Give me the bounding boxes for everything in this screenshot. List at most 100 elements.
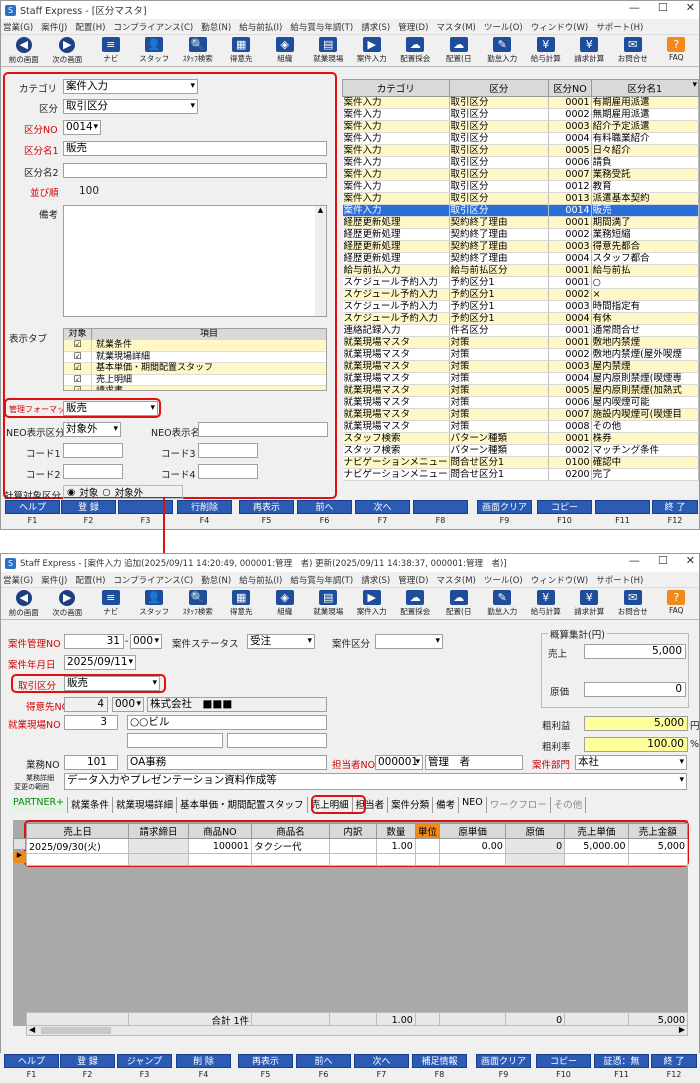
fkey-label[interactable]: 再表示: [238, 1054, 293, 1068]
table-row[interactable]: スタッフ検索 パターン種類 0002 マッチング条件: [342, 444, 700, 457]
menu-item[interactable]: コンプライアンス(C): [113, 21, 193, 33]
function-key-12[interactable]: 終 了 F12: [650, 1053, 698, 1083]
menu-item[interactable]: 案件(J): [41, 574, 67, 586]
table-row[interactable]: 案件入力 取引区分 0002 無期雇用派遣: [342, 108, 700, 121]
table-row[interactable]: 案件入力 取引区分 0003 紹介予定派遣: [342, 120, 700, 133]
toolbar-button[interactable]: ✉ お問合せ: [612, 37, 654, 64]
table-row[interactable]: スケジュール予約入力 予約区分1 0004 有休: [342, 312, 700, 325]
empty-cell[interactable]: [251, 853, 330, 866]
function-key-6[interactable]: 前へ F6: [296, 499, 353, 529]
toolbar-button[interactable]: ▦ 得意先: [221, 590, 263, 617]
toolbar-button[interactable]: ▶ 次の画面: [47, 37, 89, 65]
calc-opt2[interactable]: 対象外: [115, 485, 144, 499]
function-key-8[interactable]: F8: [412, 499, 469, 529]
table-row[interactable]: 案件入力 取引区分 0005 日々紹介: [342, 144, 700, 157]
menu-item[interactable]: 給与賞与年調(T): [290, 21, 353, 33]
menu-item[interactable]: 営業(G): [3, 574, 33, 586]
horizontal-scrollbar[interactable]: ◀ ▶: [26, 1025, 688, 1036]
column-header[interactable]: 売上単価: [564, 823, 629, 839]
function-key-11[interactable]: F11: [594, 499, 651, 529]
menu-item[interactable]: ツール(O): [484, 574, 523, 586]
column-header[interactable]: 内訳: [328, 823, 377, 839]
menu-item[interactable]: 配置(H): [75, 574, 105, 586]
tab-1[interactable]: 就業条件: [68, 797, 114, 813]
toolbar-button[interactable]: 👤 スタッフ: [134, 37, 176, 64]
table-row[interactable]: 案件入力 取引区分 0014 販売: [342, 204, 700, 217]
mgmt-no-sub-select[interactable]: 000: [130, 634, 162, 649]
tab-7[interactable]: 備考: [433, 797, 460, 813]
fkey-label[interactable]: ジャンプ: [117, 1054, 172, 1068]
table-cell[interactable]: [414, 838, 441, 854]
fkey-label[interactable]: [413, 500, 468, 514]
column-header[interactable]: 区分名1: [590, 79, 700, 97]
toolbar-button[interactable]: ✉ お問合せ: [612, 590, 654, 617]
menu-item[interactable]: 配置(H): [75, 21, 105, 33]
tab-8[interactable]: NEO: [459, 797, 487, 813]
genba-extra1[interactable]: [127, 733, 223, 748]
empty-cell[interactable]: [439, 853, 506, 866]
function-key-9[interactable]: 画面クリア F9: [475, 1053, 532, 1083]
function-key-2[interactable]: 登 録 F2: [60, 499, 117, 529]
menu-item[interactable]: 給与前払(I): [239, 574, 282, 586]
case-date-input[interactable]: 2025/09/11: [64, 655, 136, 670]
toolbar-button[interactable]: ? FAQ: [656, 590, 698, 615]
mgmt-format-select[interactable]: 販売: [63, 401, 158, 416]
fkey-label[interactable]: 再表示: [239, 500, 294, 514]
toolbar-button[interactable]: ¥ 請求計算: [569, 590, 611, 617]
table-cell[interactable]: [328, 838, 377, 854]
empty-cell[interactable]: [187, 853, 253, 866]
empty-cell[interactable]: [328, 853, 377, 866]
empty-cell[interactable]: [128, 853, 189, 866]
function-key-2[interactable]: 登 録 F2: [59, 1053, 116, 1083]
empty-cell[interactable]: [25, 853, 130, 866]
tab-9[interactable]: ワークフロー: [487, 797, 551, 813]
genba-input[interactable]: 3: [64, 715, 118, 730]
table-row[interactable]: 経歴更新処理 契約終了理由 0003 得意先都合: [342, 240, 700, 253]
kubun-name1-input[interactable]: 販売: [63, 141, 327, 156]
calc-opt1[interactable]: 対象: [79, 485, 98, 499]
table-row[interactable]: 就業現場マスタ 対策 0003 屋内禁煙: [342, 360, 700, 373]
fkey-label[interactable]: [118, 500, 173, 514]
mgmt-no-input[interactable]: 31: [64, 634, 124, 649]
table-row[interactable]: 経歴更新処理 契約終了理由 0004 スタッフ都合: [342, 252, 700, 265]
fkey-label[interactable]: 次へ: [354, 1054, 409, 1068]
fkey-label[interactable]: 証憑：無: [594, 1054, 649, 1068]
scroll-thumb[interactable]: [41, 1027, 111, 1034]
column-header[interactable]: 売上日: [25, 823, 130, 839]
toolbar-button[interactable]: ◈ 組織: [264, 37, 306, 64]
toolbar-button[interactable]: ▶ 案件入力: [351, 590, 393, 617]
toolbar-button[interactable]: ☁ 配置(日: [438, 590, 480, 617]
fkey-label[interactable]: 行削除: [177, 500, 232, 514]
checkbox-checked-icon[interactable]: ☑: [64, 340, 92, 351]
torihiki-select[interactable]: 販売: [64, 676, 160, 691]
column-header[interactable]: 商品名: [251, 823, 330, 839]
function-key-5[interactable]: 再表示 F5: [238, 499, 295, 529]
fkey-label[interactable]: 画面クリア: [476, 1054, 531, 1068]
table-row[interactable]: ナビゲーションメニュー 問合せ区分1 0100 確認中: [342, 456, 700, 469]
bumon-select[interactable]: 本社: [575, 755, 687, 770]
checkbox-checked-icon[interactable]: ☑: [64, 374, 92, 385]
table-row[interactable]: 就業現場マスタ 対策 0005 屋内原則禁煙(加熱式: [342, 384, 700, 397]
kubun-select[interactable]: 取引区分: [63, 99, 198, 114]
minimize-icon[interactable]: —: [629, 554, 640, 567]
fkey-label[interactable]: コピー: [536, 1054, 591, 1068]
table-row[interactable]: 2025/09/30(火) 100001 タクシー代 1.00 0.00 0 5,000.0…: [25, 838, 689, 854]
toolbar-button[interactable]: 👤 スタッフ: [134, 590, 176, 617]
tab-3[interactable]: 基本単価・期間配置スタッフ: [177, 797, 308, 813]
toolbar-button[interactable]: ? FAQ: [656, 37, 698, 62]
tab-6[interactable]: 案件分類: [388, 797, 434, 813]
table-row[interactable]: 経歴更新処理 契約終了理由 0001 期間満了: [342, 216, 700, 229]
function-key-7[interactable]: 次へ F7: [354, 499, 411, 529]
fkey-label[interactable]: 補足情報: [412, 1054, 467, 1068]
column-header[interactable]: 原価: [504, 823, 566, 839]
fkey-label[interactable]: 削 除: [176, 1054, 231, 1068]
fkey-label[interactable]: 次へ: [355, 500, 410, 514]
function-key-4[interactable]: 行削除 F4: [176, 499, 233, 529]
checkbox-checked-icon[interactable]: ☑: [64, 386, 92, 390]
table-row[interactable]: スケジュール予約入力 予約区分1 0003 時間指定有: [342, 300, 700, 313]
fkey-label[interactable]: コピー: [537, 500, 592, 514]
code3-input[interactable]: [198, 443, 258, 458]
menu-item[interactable]: 営業(G): [3, 21, 33, 33]
fkey-label[interactable]: 前へ: [296, 1054, 351, 1068]
case-kubun-select[interactable]: [375, 634, 443, 649]
